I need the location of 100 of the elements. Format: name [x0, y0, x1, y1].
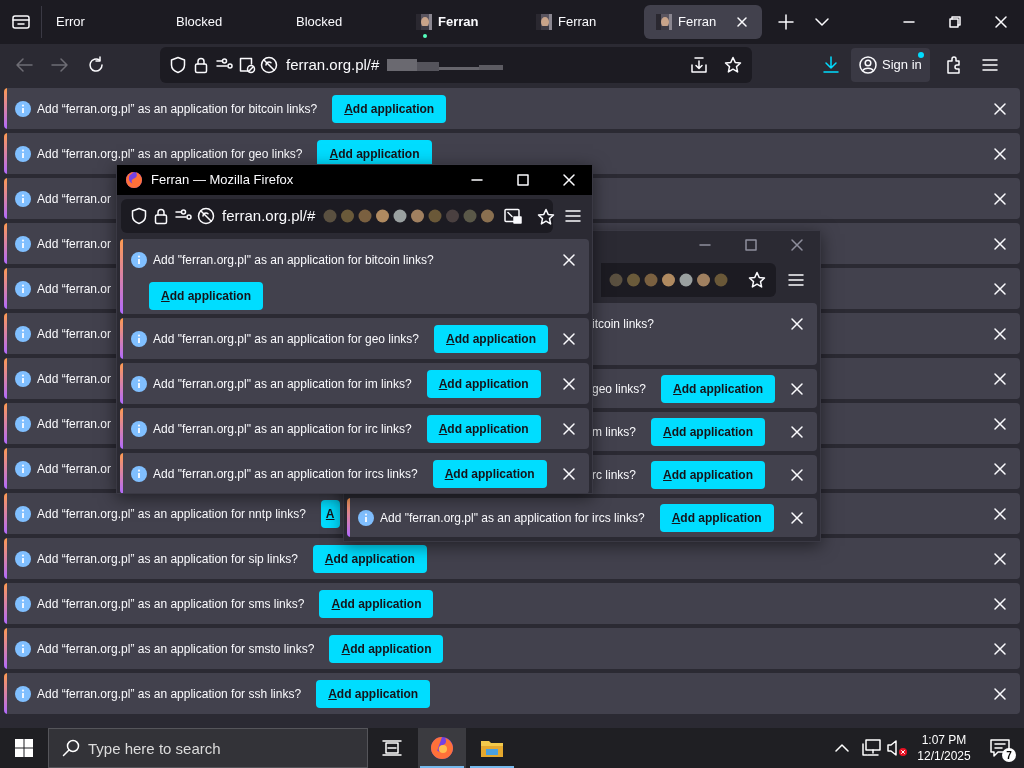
sign-in-button[interactable]: Sign in — [851, 48, 930, 82]
add-application-button[interactable]: Add application — [316, 679, 431, 708]
notification-text: Add "ferran.org.pl" as an application for geo links? — [153, 330, 419, 348]
close-icon — [993, 461, 1007, 476]
info-icon — [15, 145, 31, 162]
close-icon — [562, 376, 576, 391]
lock-icon — [194, 56, 208, 74]
message-icon — [990, 739, 1010, 757]
add-application-button[interactable]: Add application — [312, 544, 427, 573]
add-application-button[interactable]: Add application — [432, 459, 547, 488]
add-application-button[interactable]: Add application — [659, 503, 774, 532]
close-icon — [562, 253, 576, 267]
close-icon — [562, 331, 576, 346]
tab-close-button[interactable] — [734, 14, 750, 30]
add-application-button[interactable]: Add application — [319, 589, 434, 618]
info-icon — [15, 280, 31, 297]
notification-text: Add “ferran.or — [37, 325, 112, 343]
add-application-button[interactable]: Add application — [426, 369, 541, 398]
close-icon — [993, 686, 1007, 701]
star-icon — [537, 207, 556, 226]
browser-icon — [125, 171, 143, 189]
info-icon — [15, 190, 31, 207]
close-icon — [993, 596, 1007, 611]
add-application-button[interactable]: Add application — [651, 460, 766, 489]
download-icon — [822, 56, 840, 74]
info-icon — [131, 375, 147, 392]
add-application-button[interactable]: Add application — [332, 94, 447, 123]
close-icon — [993, 416, 1007, 431]
close-icon — [993, 146, 1007, 161]
windows-logo-icon — [15, 739, 33, 757]
tab[interactable]: Blocked — [164, 5, 282, 39]
close-icon — [790, 238, 804, 252]
close-icon — [994, 15, 1008, 29]
address-field[interactable] — [601, 263, 776, 297]
close-icon — [993, 641, 1007, 656]
add-application-button[interactable]: Add application — [434, 324, 549, 353]
notification-text: Add "ferran.org.pl" as an application for ircs links? — [153, 465, 418, 483]
tab[interactable]: Ferran — [644, 5, 762, 39]
notification-text: Add “ferran.or — [37, 235, 112, 253]
close-icon — [562, 173, 576, 187]
tabs-icon — [11, 14, 30, 30]
clock-time: 1:07 PM — [921, 732, 967, 748]
notification-text: Add “ferran.or — [37, 415, 112, 433]
notification-text: Add “ferran.org.pl” as an application for sip links? — [37, 550, 298, 568]
tab[interactable]: Error — [44, 5, 162, 39]
minimize-icon — [699, 244, 711, 246]
add-application-button[interactable]: Add application — [149, 282, 263, 310]
window-title: Ferran — Mozilla Firefox — [151, 171, 294, 190]
close-icon — [790, 317, 804, 331]
add-application-button[interactable]: Add application — [329, 634, 444, 663]
tab[interactable]: Ferran — [404, 5, 522, 39]
picture-in-picture-icon — [504, 208, 523, 224]
info-icon — [15, 595, 31, 612]
tab[interactable]: Blocked — [284, 5, 402, 39]
network-icon — [862, 739, 882, 757]
add-application-button[interactable]: Add application — [426, 414, 541, 443]
star-icon — [748, 271, 766, 289]
close-icon — [993, 506, 1007, 521]
notification-text: Add "ferran.org.pl" as an application for irc links? — [153, 420, 412, 438]
info-icon — [15, 100, 31, 117]
browser-icon — [430, 736, 454, 760]
notification-center-button[interactable]: 7 — [976, 728, 1024, 768]
sliders-icon — [216, 56, 234, 70]
sliders-icon — [175, 207, 193, 221]
minimize-icon — [903, 21, 915, 23]
notification-text: Add “ferran.or — [37, 460, 112, 478]
close-icon — [993, 191, 1007, 206]
notification-text: Add "ferran.org.pl" as an application for ircs links? — [380, 509, 645, 527]
menu-icon — [565, 209, 581, 223]
tab[interactable]: Ferran — [524, 5, 642, 39]
menu-icon — [981, 58, 998, 72]
minimize-icon — [471, 179, 483, 181]
puzzle-icon — [944, 56, 963, 74]
add-application-button[interactable]: Add application — [661, 374, 776, 403]
search-field[interactable]: Type here to search — [48, 728, 368, 768]
blocked-icon — [260, 56, 278, 74]
task-view-icon — [382, 739, 402, 757]
info-icon — [15, 325, 31, 342]
blocked-icon — [197, 207, 215, 225]
maximize-icon — [517, 174, 529, 186]
blocked-document-icon — [238, 56, 256, 74]
star-icon — [724, 56, 742, 74]
close-icon — [993, 236, 1007, 251]
chevron-down-icon — [814, 17, 830, 27]
address-field[interactable]: ferran.org.pl/# — [160, 47, 752, 83]
info-icon — [15, 640, 31, 657]
notification-text: Add “ferran.or — [37, 190, 112, 208]
shield-icon — [170, 56, 186, 74]
add-application-button[interactable]: A — [320, 499, 340, 528]
info-icon — [131, 420, 147, 437]
taskbar-app-button[interactable] — [418, 728, 466, 768]
add-application-button[interactable]: Add application — [651, 417, 766, 446]
url-text: ferran.org.pl/# — [222, 205, 316, 226]
close-icon — [993, 371, 1007, 386]
close-icon — [790, 467, 804, 482]
info-icon — [15, 415, 31, 432]
address-field[interactable]: ferran.org.pl/# — [121, 199, 553, 233]
notification-text: m links? — [592, 423, 636, 441]
notification-text: Add “ferran.org.pl” as an application for sms links? — [37, 595, 305, 613]
notification-text: Add “ferran.or — [37, 370, 112, 388]
